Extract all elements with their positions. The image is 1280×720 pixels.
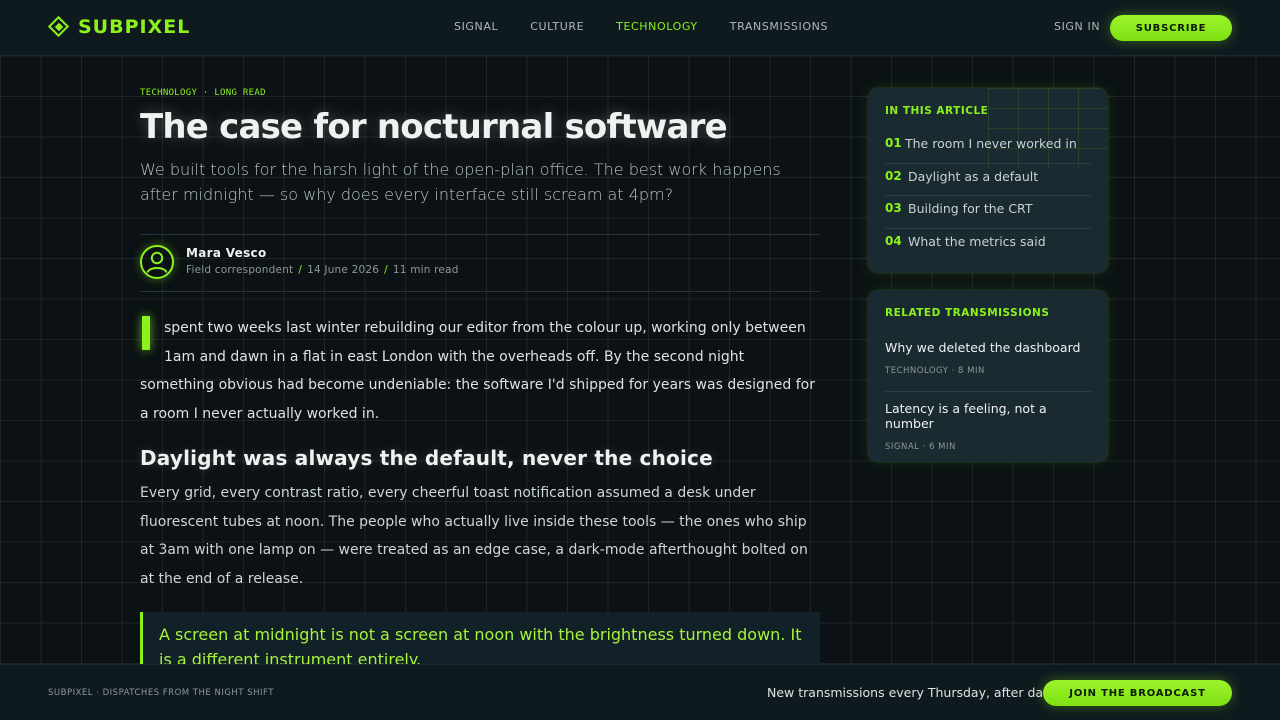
toc-label: The room I never worked in (905, 136, 1077, 151)
publish-date: 14 June 2026 (307, 264, 380, 276)
toc-label: What the metrics said (908, 233, 1046, 249)
toc-label: Daylight as a default (908, 168, 1039, 184)
toc-card: IN THIS ARTICLE 01 The room I never work… (868, 88, 1108, 273)
toc-item[interactable]: 03 Building for the CRT (885, 196, 1091, 229)
lead-text: spent two weeks last winter rebuilding o… (140, 320, 815, 423)
related-item[interactable]: Why we deleted the dashboard TECHNOLOGY … (885, 340, 1091, 376)
brand-name: SUBPIXEL (78, 16, 191, 38)
meta-separator: / (384, 264, 388, 276)
toc-number: 01 (885, 136, 902, 150)
toc-number: 02 (885, 168, 902, 183)
related-card: RELATED TRANSMISSIONS Why we deleted the… (868, 290, 1108, 462)
drop-cap: I (142, 316, 150, 350)
toc-item[interactable]: 01 The room I never worked in (885, 131, 1091, 164)
main-nav: SIGNAL CULTURE TECHNOLOGY TRANSMISSIONS (454, 20, 828, 33)
article-kicker: TECHNOLOGY · LONG READ (140, 88, 266, 98)
toc-label: Building for the CRT (908, 201, 1033, 216)
article: TECHNOLOGY · LONG READ The case for noct… (140, 88, 820, 686)
toc-number: 04 (885, 233, 902, 248)
article-title: The case for nocturnal software (140, 107, 728, 147)
footer-tagline-left: SUBPIXEL · DISPATCHES FROM THE NIGHT SHI… (48, 688, 274, 698)
footer-tagline: New transmissions every Thursday, after … (767, 685, 1060, 700)
related-item[interactable]: Latency is a feeling, not a number SIGNA… (885, 401, 1091, 452)
brand-logo[interactable]: SUBPIXEL (47, 15, 191, 38)
user-avatar-icon[interactable] (140, 245, 174, 279)
join-broadcast-button[interactable]: JOIN THE BROADCAST (1043, 680, 1232, 706)
nav-item-culture[interactable]: CULTURE (530, 20, 584, 33)
author-name[interactable]: Mara Vesco (186, 246, 267, 260)
toc-item[interactable]: 02 Daylight as a default (885, 164, 1091, 196)
read-time: 11 min read (392, 264, 459, 276)
sign-in-link[interactable]: SIGN IN (1054, 20, 1100, 33)
meta-separator: / (298, 264, 303, 276)
site-footer: SUBPIXEL · DISPATCHES FROM THE NIGHT SHI… (0, 664, 1280, 720)
related-heading: RELATED TRANSMISSIONS (885, 307, 1050, 319)
toc-list: 01 The room I never worked in 02 Dayligh… (885, 131, 1091, 261)
nav-item-transmissions[interactable]: TRANSMISSIONS (730, 20, 828, 33)
related-meta: SIGNAL · 6 MIN (885, 442, 956, 452)
lead-paragraph: Ispent two weeks last winter rebuilding … (140, 314, 820, 429)
related-title[interactable]: Latency is a feeling, not a number (885, 401, 1091, 431)
toc-heading: IN THIS ARTICLE (885, 105, 989, 117)
diamond-logo-icon (47, 15, 70, 38)
toc-number: 03 (885, 201, 902, 215)
related-meta: TECHNOLOGY · 8 MIN (885, 366, 985, 376)
nav-item-technology[interactable]: TECHNOLOGY (616, 20, 698, 33)
byline: Mara Vesco Field correspondent / 14 June 2… (140, 235, 820, 291)
divider (885, 391, 1091, 392)
divider (140, 291, 820, 292)
toc-item[interactable]: 04 What the metrics said (885, 229, 1091, 262)
author-role: Field correspondent (186, 264, 294, 276)
article-meta: Field correspondent / 14 June 2026 / 11 min … (186, 264, 459, 276)
article-dek: We built tools for the harsh light of th… (140, 160, 781, 204)
nav-item-signal[interactable]: SIGNAL (454, 20, 498, 33)
related-title[interactable]: Why we deleted the dashboard (885, 340, 1091, 355)
site-header: SUBPIXEL SIGNAL CULTURE TECHNOLOGY TRANS… (0, 0, 1280, 56)
section-heading: Daylight was always the default, never t… (140, 445, 713, 470)
subscribe-button[interactable]: SUBSCRIBE (1110, 15, 1232, 41)
body-paragraph: Every grid, every contrast ratio, every … (140, 484, 808, 587)
